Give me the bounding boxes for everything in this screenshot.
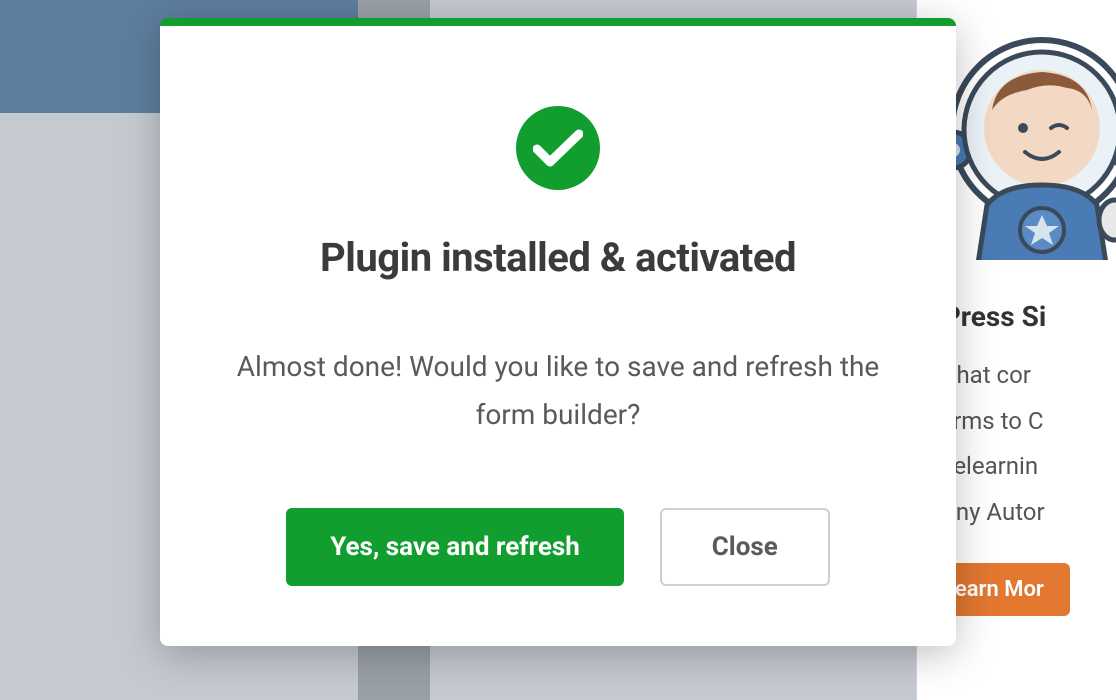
modal-icon-container [200,106,916,190]
confirmation-modal: Plugin installed & activated Almost done… [160,18,956,646]
close-button[interactable]: Close [660,508,830,586]
modal-body-text: Almost done! Would you like to save and … [200,343,916,438]
save-and-refresh-button[interactable]: Yes, save and refresh [286,508,624,586]
modal-overlay: Plugin installed & activated Almost done… [0,0,1116,700]
success-check-icon [516,106,600,190]
modal-actions: Yes, save and refresh Close [200,508,916,586]
modal-title: Plugin installed & activated [200,234,916,281]
